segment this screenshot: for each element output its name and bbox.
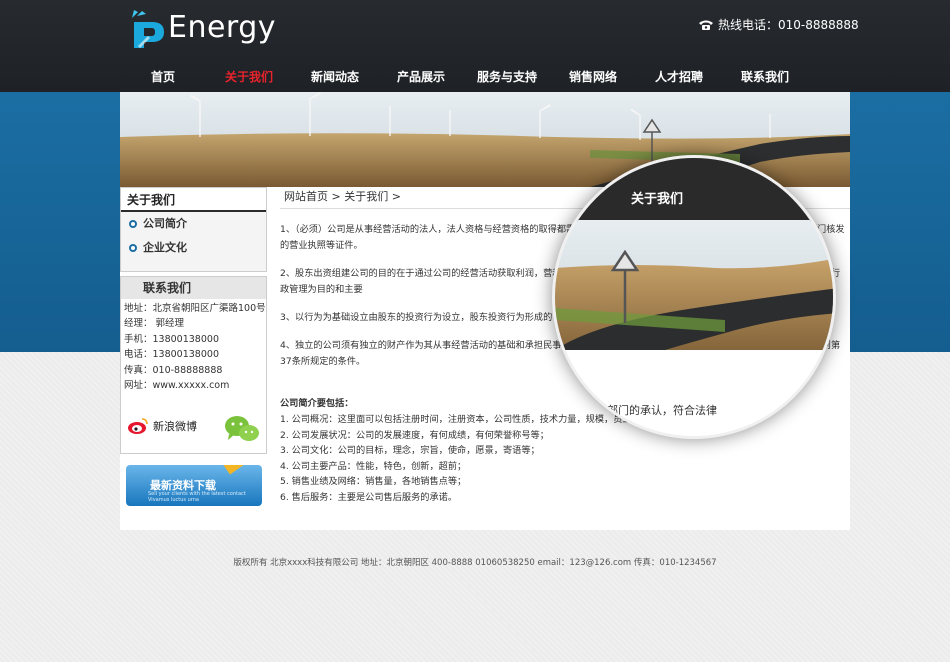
list-item: 3. 公司文化：公司的目标，理念，宗旨，使命，愿景，寄语等；: [280, 445, 540, 457]
breadcrumb-current[interactable]: 关于我们: [344, 190, 388, 203]
main-nav: 首页 关于我们 新闻动态 产品展示 服务与支持 销售网络 人才招聘 联系我们: [120, 62, 850, 92]
nav-item-jobs[interactable]: 人才招聘: [636, 62, 722, 92]
magnifier-lens: 关于我们 行政部门的承认，符合法律: [552, 155, 836, 439]
nav-item-about[interactable]: 关于我们: [206, 62, 292, 92]
contact-phone: 电话：13800138000: [124, 349, 219, 361]
sidebar-item-profile[interactable]: 公司简介: [121, 212, 266, 236]
contact-address: 地址：北京省朝阳区广渠路100号: [124, 303, 266, 314]
sidebar-about: 关于我们 公司简介 企业文化: [120, 187, 267, 272]
weibo-link[interactable]: 新浪微博: [127, 417, 197, 435]
nav-item-news[interactable]: 新闻动态: [292, 62, 378, 92]
magnified-text: 行政部门的承认，符合法律: [585, 404, 717, 417]
weibo-label: 新浪微博: [153, 420, 197, 433]
hotline: 热线电话：010-8888888: [698, 16, 859, 33]
sidebar-title: 关于我们: [121, 188, 266, 212]
contact-box: 联系我们 地址：北京省朝阳区广渠路100号 经理： 郭经理 手机：1380013…: [120, 276, 267, 454]
footer: 版权所有 北京xxxx科技有限公司 地址：北京朝阳区 400-8888 0106…: [233, 558, 717, 568]
download-banner[interactable]: 最新资料下载 Sell your clients with the latest…: [126, 465, 262, 506]
magnified-banner: [555, 158, 833, 436]
contact-website[interactable]: 网址：www.xxxxx.com: [121, 378, 266, 393]
weibo-icon: [128, 418, 148, 434]
nav-item-sales[interactable]: 销售网络: [550, 62, 636, 92]
contact-manager: 经理： 郭经理: [124, 318, 185, 330]
download-subtitle: Sell your clients with the latest contac…: [148, 491, 246, 503]
phone-icon: [699, 20, 713, 30]
contact-mobile: 手机：13800138000: [124, 333, 219, 345]
header: Energy 热线电话：010-8888888 首页 关于我们 新闻动态 产品展…: [0, 0, 950, 92]
contact-title: 联系我们: [121, 277, 266, 299]
sidebar-item-label: 企业文化: [143, 241, 187, 254]
magnified-title: 关于我们: [631, 192, 684, 207]
bullet-icon: [129, 220, 137, 228]
list-item: 4. 公司主要产品：性能，特色，创新，超前；: [280, 460, 467, 472]
bullet-icon: [129, 244, 137, 252]
contact-fax: 传真：010-88888888: [124, 364, 223, 376]
sidebar-item-culture[interactable]: 企业文化: [121, 236, 266, 260]
breadcrumb-separator: >: [391, 190, 401, 203]
nav-item-home[interactable]: 首页: [120, 62, 206, 92]
list-item: 5. 销售业绩及网络：销售量，各地销售点等；: [280, 476, 467, 488]
list-item: 6. 售后服务：主要是公司售后服务的承诺。: [280, 491, 458, 503]
signup-badge[interactable]: Sign up: [222, 465, 262, 475]
nav-item-contact[interactable]: 联系我们: [722, 62, 808, 92]
breadcrumb-separator: >: [331, 190, 345, 203]
sidebar-item-label: 公司简介: [143, 217, 187, 230]
nav-item-service[interactable]: 服务与支持: [464, 62, 550, 92]
breadcrumb-home[interactable]: 网站首页: [284, 190, 328, 203]
nav-item-products[interactable]: 产品展示: [378, 62, 464, 92]
social-links: 新浪微博: [127, 413, 265, 447]
brand-name[interactable]: Energy: [168, 10, 276, 45]
hotline-text: 热线电话：010-8888888: [718, 18, 859, 32]
wechat-icon[interactable]: [223, 413, 263, 445]
